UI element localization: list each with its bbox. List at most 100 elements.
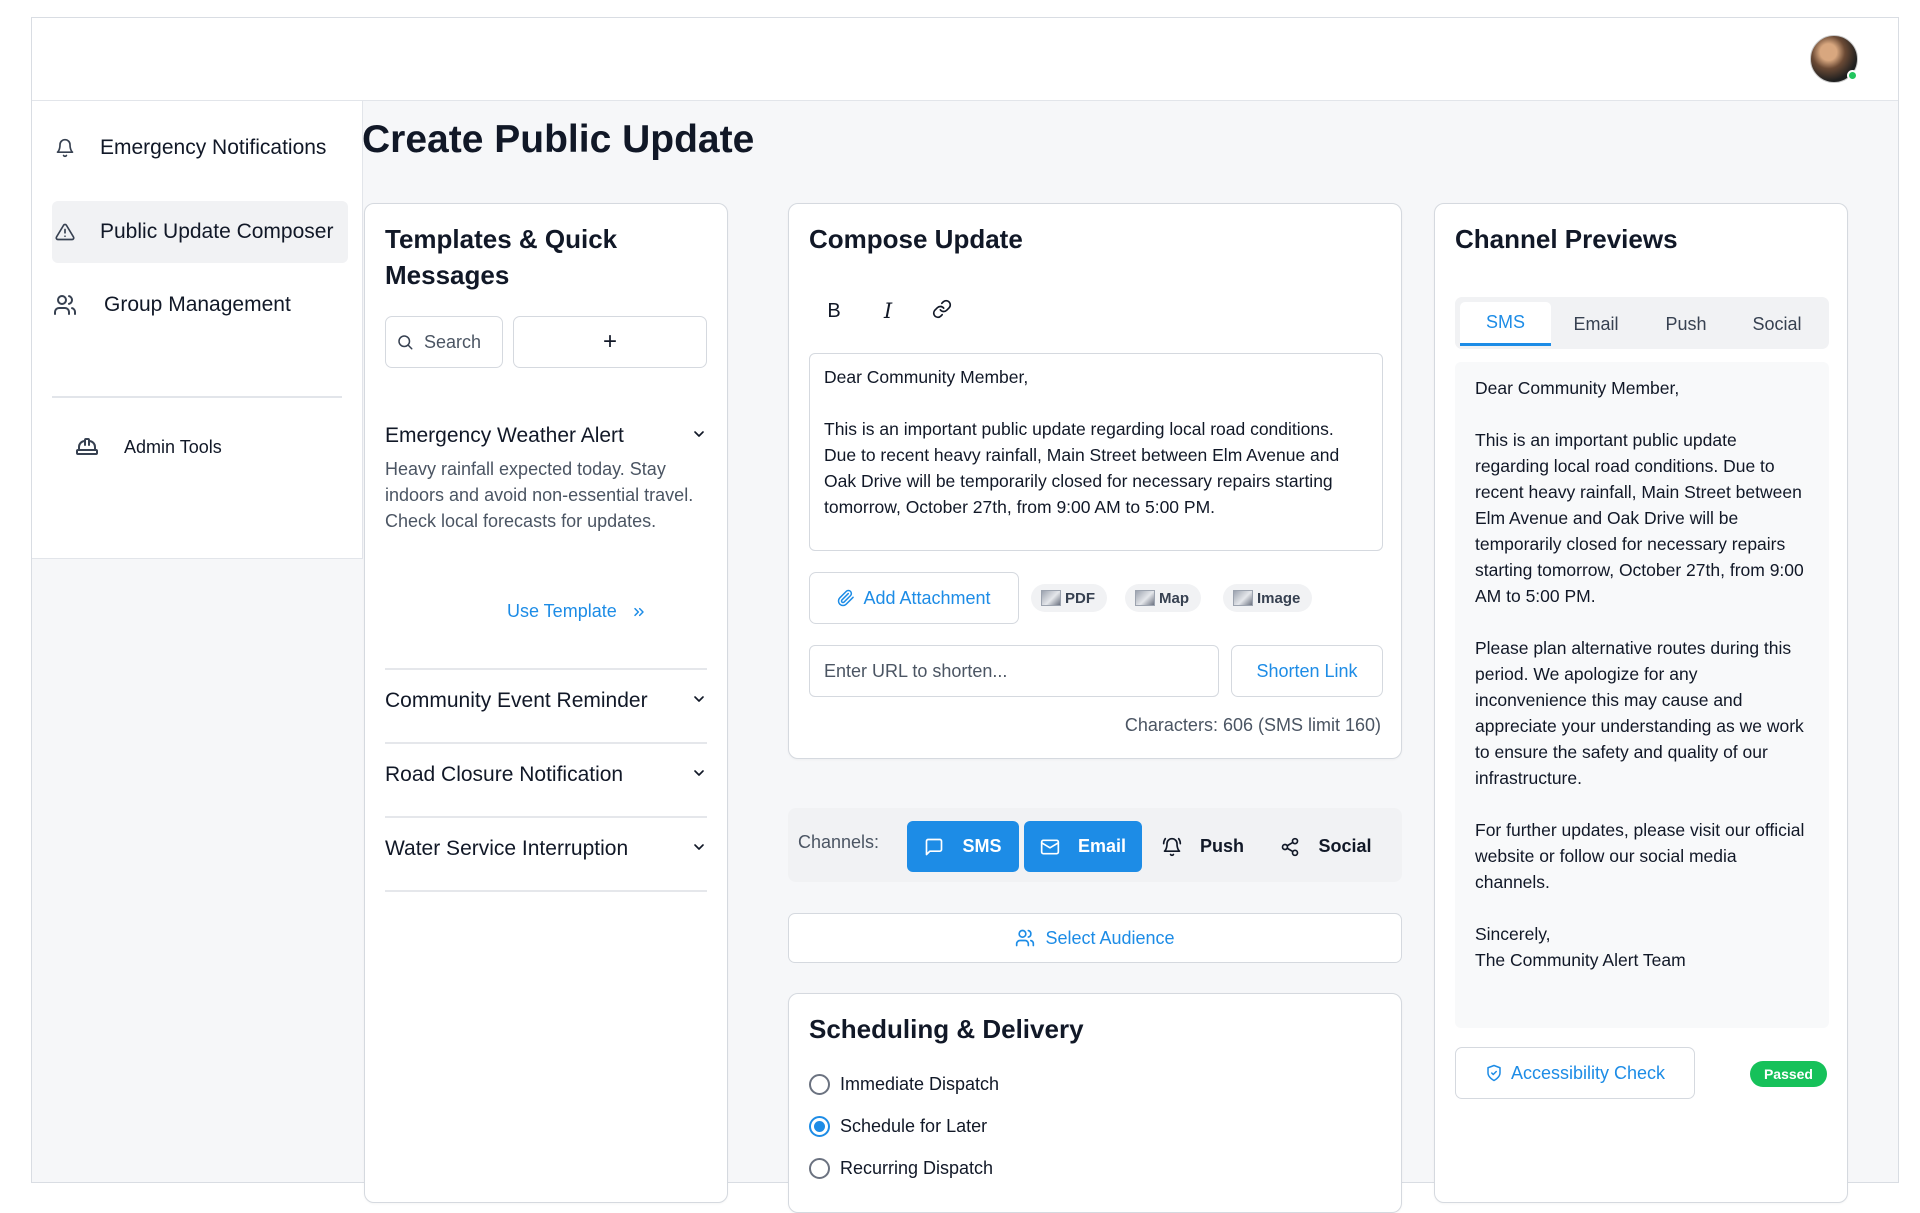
chevron-down-icon xyxy=(691,689,707,713)
top-bar xyxy=(32,18,1898,101)
bell-icon xyxy=(52,135,78,161)
sidebar-divider xyxy=(52,396,342,398)
chevron-down-icon xyxy=(691,763,707,787)
channel-label: SMS xyxy=(962,836,1002,856)
sidebar: Emergency Notifications Public Update Co… xyxy=(32,101,363,559)
sidebar-item-label: Emergency Notifications xyxy=(100,136,327,159)
template-item-community-event-reminder[interactable]: Community Event Reminder xyxy=(385,689,707,713)
users-icon xyxy=(1015,928,1035,948)
paperclip-icon xyxy=(837,589,855,607)
admin-tools-label: Admin Tools xyxy=(124,436,222,457)
chevron-down-icon xyxy=(691,837,707,861)
message-editor[interactable]: Dear Community Member, This is an import… xyxy=(809,353,1383,551)
url-shorten-input[interactable]: Enter URL to shorten... xyxy=(809,645,1219,697)
attachment-label: PDF xyxy=(1065,589,1095,607)
message-icon xyxy=(924,837,944,857)
channel-label: Push xyxy=(1199,836,1244,856)
radio-button[interactable] xyxy=(809,1116,830,1137)
users-icon xyxy=(52,292,78,318)
radio-recurring-dispatch[interactable]: Recurring Dispatch xyxy=(809,1158,993,1179)
templates-card: Templates & Quick Messages Search + Emer… xyxy=(364,203,728,1203)
use-template-link[interactable]: Use Template xyxy=(507,601,647,622)
accessibility-check-button[interactable]: Accessibility Check xyxy=(1455,1047,1695,1099)
select-audience-label: Select Audience xyxy=(1045,927,1175,948)
compose-title: Compose Update xyxy=(809,224,1023,254)
sidebar-item-label: Public Update Composer xyxy=(100,220,334,243)
attachment-chip-map[interactable]: Map xyxy=(1125,584,1201,612)
channel-label: Social xyxy=(1318,836,1372,856)
italic-button[interactable]: I xyxy=(873,296,903,326)
channel-label: Email xyxy=(1077,836,1127,856)
template-title: Emergency Weather Alert xyxy=(385,424,624,447)
search-label: Search xyxy=(424,331,482,352)
sidebar-item-group-management[interactable]: Group Management xyxy=(52,274,348,336)
accordion-divider xyxy=(385,742,707,744)
channel-toggle-social[interactable]: Social xyxy=(1266,821,1386,872)
search-icon xyxy=(396,333,414,351)
bold-icon: B xyxy=(827,299,841,322)
mail-icon xyxy=(1040,837,1060,857)
attachment-chip-image[interactable]: Image xyxy=(1223,584,1313,612)
scheduling-title: Scheduling & Delivery xyxy=(809,1014,1084,1044)
italic-icon: I xyxy=(883,299,893,323)
tab-social[interactable]: Social xyxy=(1731,302,1823,346)
shorten-link-button[interactable]: Shorten Link xyxy=(1231,645,1383,697)
template-description: Heavy rainfall expected today. Stay indo… xyxy=(385,459,694,531)
radio-button[interactable] xyxy=(809,1158,830,1179)
attachment-chip-pdf[interactable]: PDF xyxy=(1031,584,1107,612)
link-button[interactable] xyxy=(927,296,957,326)
template-search-button[interactable]: Search xyxy=(385,316,503,368)
radio-label: Schedule for Later xyxy=(840,1116,988,1136)
scheduling-card: Scheduling & Delivery Immediate Dispatch… xyxy=(788,993,1402,1213)
channel-toggle-push[interactable]: Push xyxy=(1150,821,1256,872)
tab-email[interactable]: Email xyxy=(1551,302,1641,346)
tab-sms[interactable]: SMS xyxy=(1460,302,1551,346)
shield-check-icon xyxy=(1485,1064,1503,1082)
channels-label: Channels: xyxy=(798,832,880,852)
radio-label: Recurring Dispatch xyxy=(840,1158,994,1178)
previews-title: Channel Previews xyxy=(1455,224,1678,254)
chevron-down-icon xyxy=(691,424,707,448)
template-item-road-closure-notification[interactable]: Road Closure Notification xyxy=(385,763,707,787)
channel-toggle-sms[interactable]: SMS xyxy=(907,821,1019,872)
use-template-label: Use Template xyxy=(507,601,617,621)
accordion-divider xyxy=(385,890,707,892)
map-thumbnail xyxy=(1135,590,1155,606)
chevrons-right-icon xyxy=(631,604,647,620)
accordion-divider xyxy=(385,816,707,818)
share-icon xyxy=(1280,837,1300,857)
bell-ring-icon xyxy=(1162,837,1182,857)
sidebar-item-label: Group Management xyxy=(104,293,291,316)
select-audience-button[interactable]: Select Audience xyxy=(788,913,1402,963)
bold-button[interactable]: B xyxy=(819,296,849,326)
tab-push[interactable]: Push xyxy=(1641,302,1731,346)
sidebar-item-public-update-composer[interactable]: Public Update Composer xyxy=(52,201,348,263)
attachment-label: Map xyxy=(1159,589,1189,607)
page-title: Create Public Update xyxy=(362,118,755,161)
template-item-emergency-weather-alert[interactable]: Emergency Weather Alert xyxy=(385,424,707,448)
character-count: Characters: 606 (SMS limit 160) xyxy=(1124,715,1381,735)
link-icon xyxy=(932,299,952,324)
channel-previews-card: Channel Previews SMS Email Push Social D… xyxy=(1434,203,1848,1203)
online-status-dot xyxy=(1847,70,1858,81)
channel-toggle-email[interactable]: Email xyxy=(1024,821,1142,872)
templates-title: Templates & Quick Messages xyxy=(385,224,618,291)
preview-tabs: SMS Email Push Social xyxy=(1455,297,1829,349)
user-avatar[interactable] xyxy=(1810,35,1858,83)
image-thumbnail xyxy=(1233,590,1253,606)
radio-schedule-for-later[interactable]: Schedule for Later xyxy=(809,1116,987,1137)
attachment-label: Image xyxy=(1257,589,1301,607)
sidebar-item-admin-tools[interactable]: Admin Tools xyxy=(74,434,222,460)
radio-immediate-dispatch[interactable]: Immediate Dispatch xyxy=(809,1074,999,1095)
template-item-water-service-interruption[interactable]: Water Service Interruption xyxy=(385,837,707,861)
status-badge: Passed xyxy=(1749,1061,1827,1087)
accordion-divider xyxy=(385,668,707,670)
template-title: Road Closure Notification xyxy=(385,763,624,786)
sidebar-item-emergency-notifications[interactable]: Emergency Notifications xyxy=(52,117,348,179)
add-attachment-button[interactable]: Add Attachment xyxy=(809,572,1019,624)
radio-button[interactable] xyxy=(809,1074,830,1095)
radio-label: Immediate Dispatch xyxy=(840,1074,1000,1094)
add-template-button[interactable]: + xyxy=(513,316,707,368)
sms-preview-text: Dear Community Member, This is an import… xyxy=(1455,362,1829,1028)
template-title: Water Service Interruption xyxy=(385,837,629,860)
